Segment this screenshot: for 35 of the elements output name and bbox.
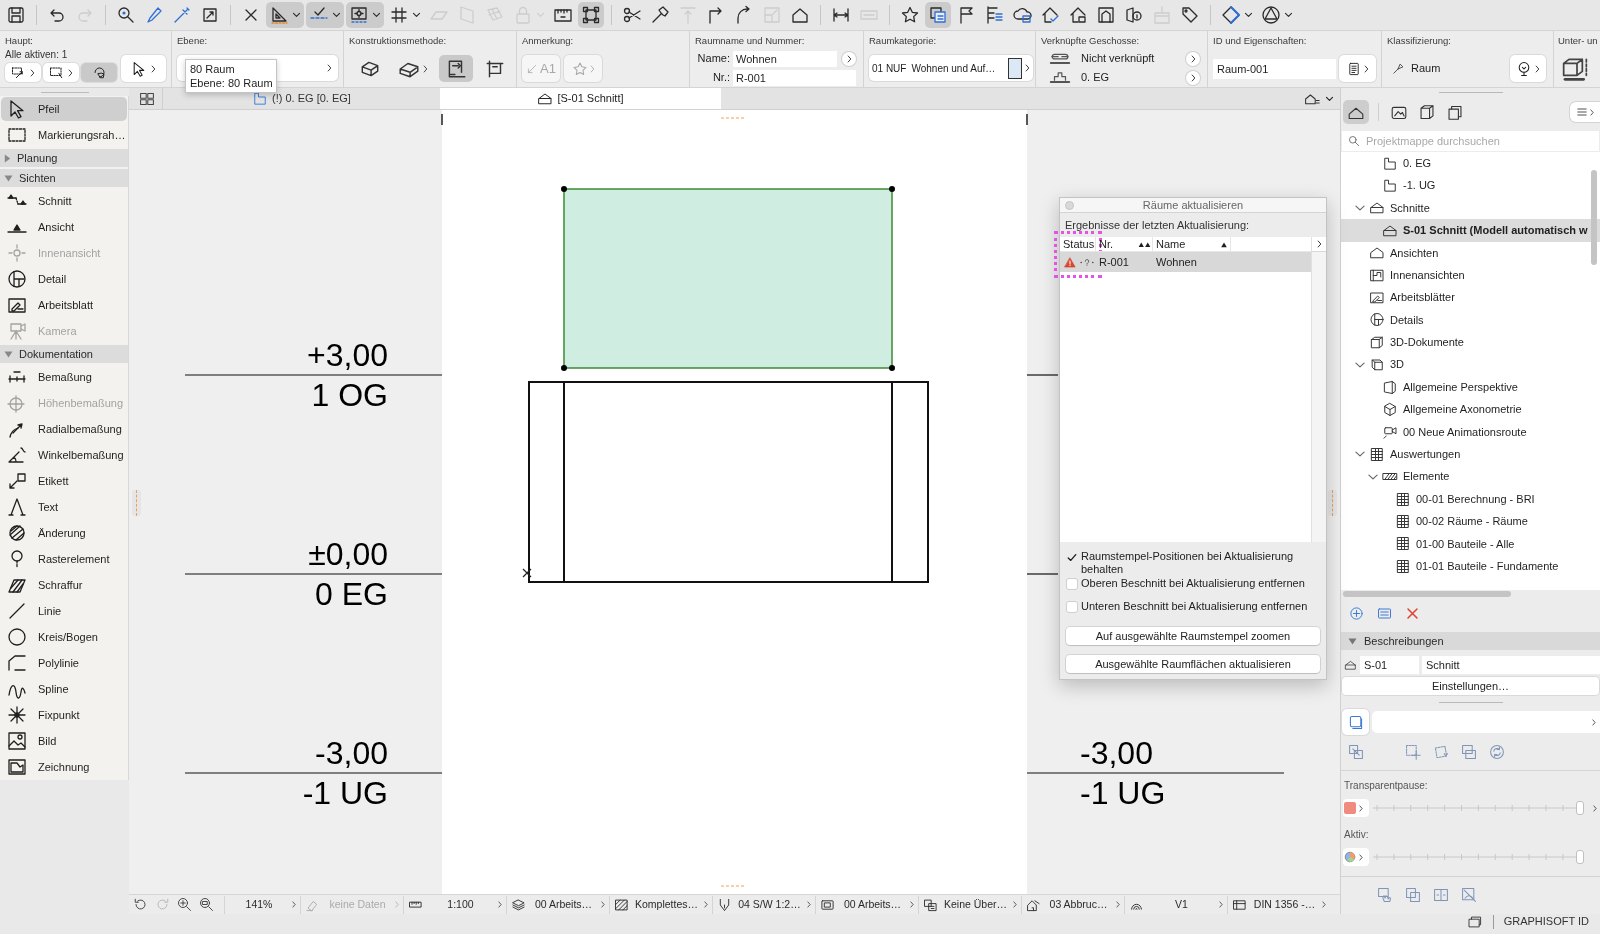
linked-story-text: 0. EG: [1081, 70, 1111, 86]
table-cell-text: Wohnen: [1155, 254, 1198, 270]
story-name: 0 EG: [315, 578, 388, 610]
section-label: Raumkategorie:: [869, 34, 938, 48]
slider-label: Aktiv:: [1343, 828, 1370, 842]
story-name: -1 UG: [302, 777, 388, 809]
story-name: 1 OG: [311, 379, 388, 411]
section-label: ID und Eigenschaften:: [1213, 34, 1308, 48]
section-label: Anmerkung:: [522, 34, 575, 48]
level-elevation: +3,00: [307, 339, 388, 371]
slider-label: Transparentpause:: [1343, 779, 1429, 793]
field-label: Nr.:: [711, 70, 731, 86]
results-label: Ergebnisse der letzten Aktualisierung:: [1064, 218, 1251, 233]
section-label: Unter- un: [1558, 34, 1599, 48]
section-label: Ebene:: [177, 34, 209, 48]
linked-story-text: Nicht verknüpft: [1081, 51, 1156, 67]
section-label: Haupt:: [5, 34, 34, 48]
level-elevation: -3,00: [1080, 737, 1153, 769]
checkbox-label: Oberen Beschnitt bei Aktualisierung entfernen: [1081, 577, 1306, 590]
section-label: Klassifizierung:: [1387, 34, 1452, 48]
table-cell-text: R-001: [1098, 254, 1130, 270]
tooltip-text: Ebene: 80 Raum: [190, 76, 272, 90]
checkbox-label: Raumstempel-Positionen bei Aktualisierung behalten: [1081, 550, 1295, 576]
story-name: -1 UG: [1080, 777, 1166, 809]
level-elevation: -3,00: [315, 737, 388, 769]
section-label: Konstruktionsmethode:: [349, 34, 448, 48]
classification-text: Raum: [1411, 61, 1441, 77]
level-elevation: ±0,00: [308, 538, 388, 570]
section-label: Verknüpfte Geschosse:: [1041, 34, 1141, 48]
tooltip-text: 80 Raum: [190, 62, 236, 76]
status-text: Alle aktiven: 1: [5, 48, 69, 62]
dialog-title: Räume aktualisieren: [1141, 198, 1245, 212]
checkbox-label: Unteren Beschnitt bei Aktualisierung entfernen: [1081, 600, 1309, 613]
section-label: Raumname und Nummer:: [695, 34, 806, 48]
field-label: Name:: [696, 51, 731, 67]
